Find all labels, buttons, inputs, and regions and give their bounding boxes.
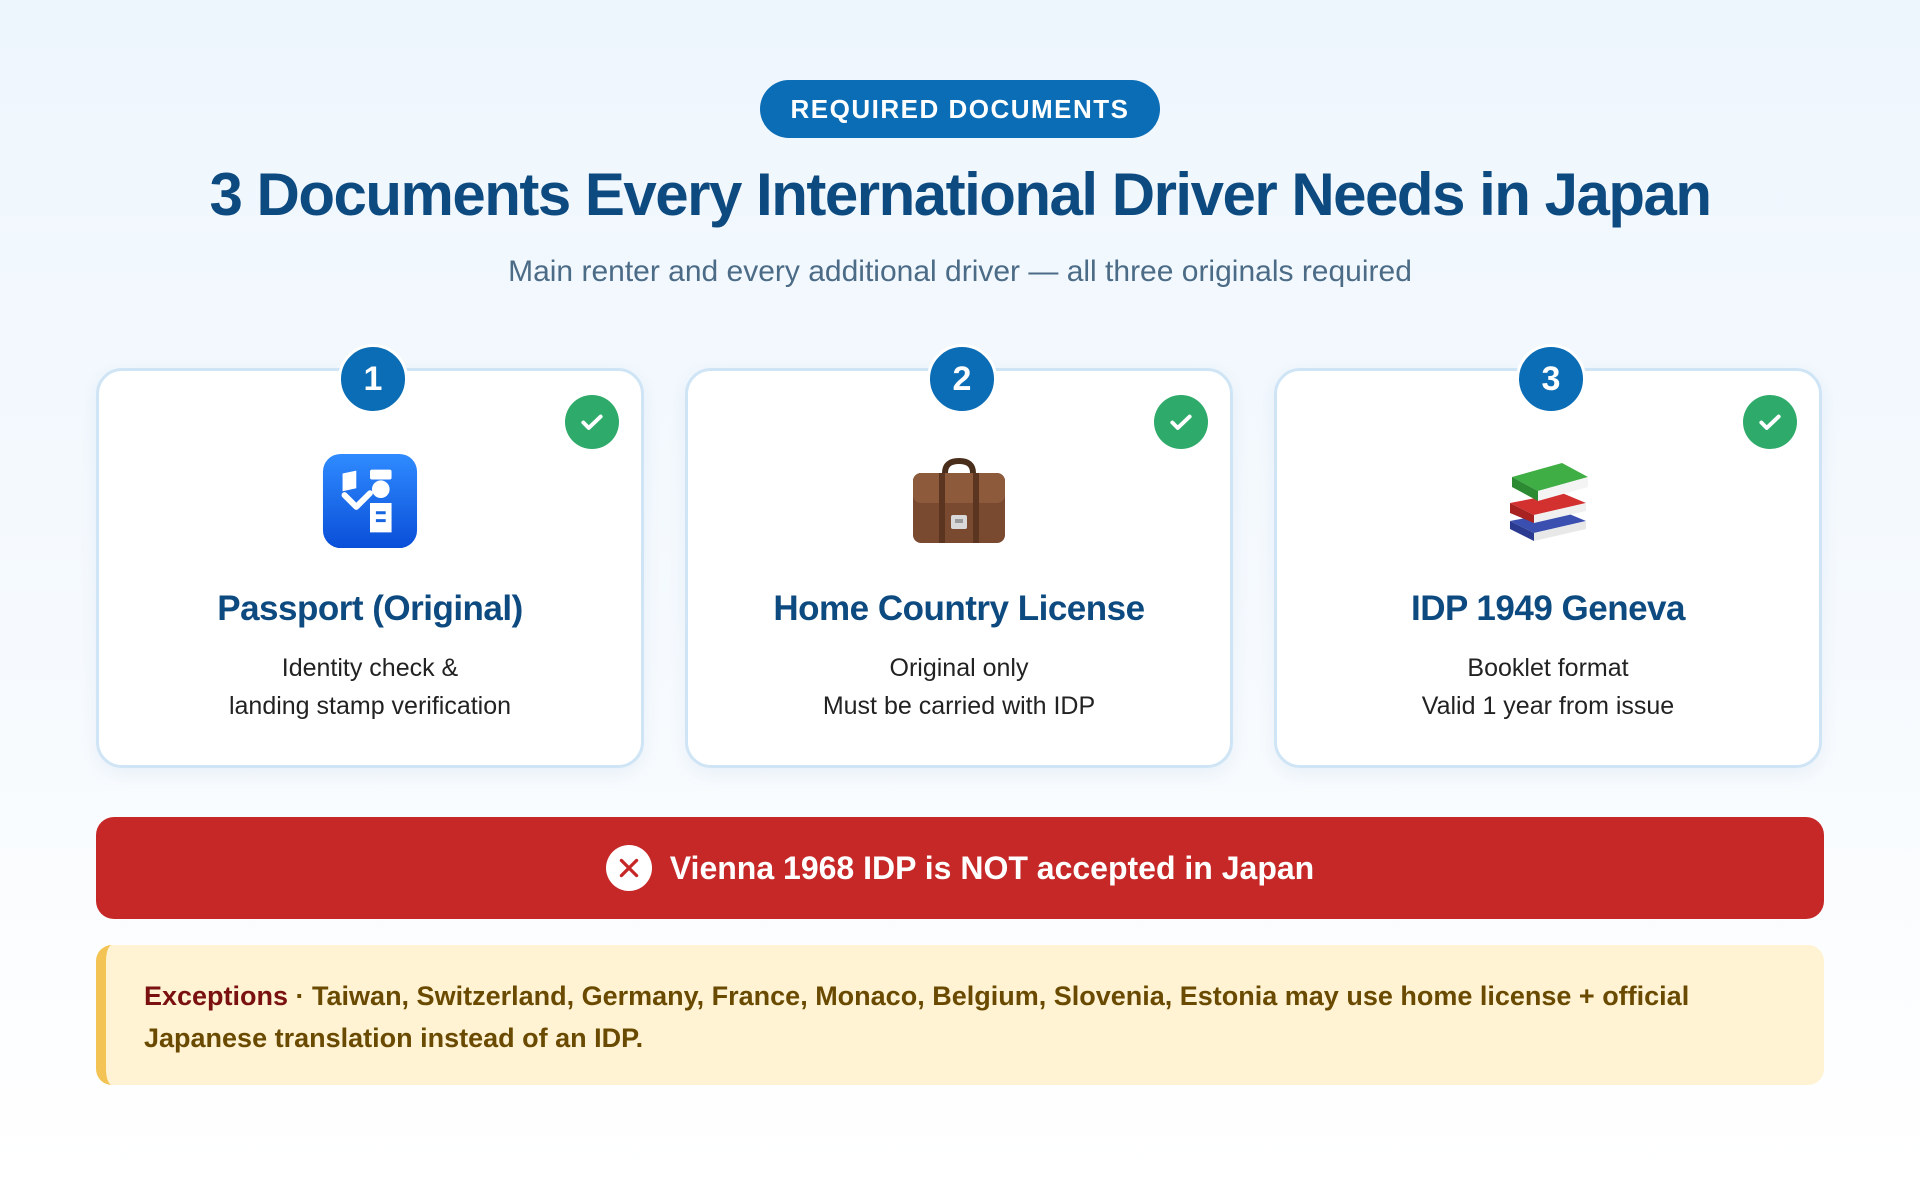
step-number-badge: 1 xyxy=(338,344,408,414)
check-icon xyxy=(1743,395,1797,449)
exceptions-text: · Taiwan, Switzerland, Germany, France, … xyxy=(144,981,1690,1053)
card-description: Booklet format Valid 1 year from issue xyxy=(1277,649,1819,725)
card-description: Original only Must be carried with IDP xyxy=(688,649,1230,725)
check-icon xyxy=(1154,395,1208,449)
document-card-idp: 3 IDP 1949 Geneva Booklet format Valid 1… xyxy=(1274,344,1822,768)
card-title: IDP 1949 Geneva xyxy=(1411,589,1686,628)
step-number-badge: 2 xyxy=(927,344,997,414)
document-card-license: 2 Home Country License Original only Mus… xyxy=(685,344,1233,768)
passport-control-icon xyxy=(99,449,641,553)
document-card-passport: 1 Passport (Original) Identity check & l… xyxy=(96,344,644,768)
page-title: 3 Documents Every International Driver N… xyxy=(209,161,1712,228)
exceptions-note: Exceptions · Taiwan, Switzerland, German… xyxy=(96,945,1824,1085)
card-description: Identity check & landing stamp verificat… xyxy=(99,649,641,725)
card-desc-line: Booklet format xyxy=(1467,654,1629,682)
card-desc-line: Must be carried with IDP xyxy=(822,692,1096,720)
exceptions-label: Exceptions xyxy=(144,981,289,1011)
books-icon xyxy=(1277,449,1819,553)
step-number-badge: 3 xyxy=(1516,344,1586,414)
warning-text: Vienna 1968 IDP is NOT accepted in Japan xyxy=(669,849,1315,886)
card-title: Passport (Original) xyxy=(217,589,523,628)
card-desc-line: Original only xyxy=(889,654,1029,682)
card-desc-line: Valid 1 year from issue xyxy=(1421,692,1675,720)
card-desc-line: landing stamp verification xyxy=(228,692,512,720)
close-circle-icon xyxy=(605,845,652,891)
page-subtitle: Main renter and every additional driver … xyxy=(508,255,1412,288)
briefcase-icon xyxy=(688,449,1230,553)
warning-banner: Vienna 1968 IDP is NOT accepted in Japan xyxy=(96,817,1824,919)
card-desc-line: Identity check & xyxy=(281,654,459,682)
card-title: Home Country License xyxy=(773,589,1145,628)
section-badge: REQUIRED DOCUMENTS xyxy=(760,80,1160,138)
check-icon xyxy=(565,395,619,449)
